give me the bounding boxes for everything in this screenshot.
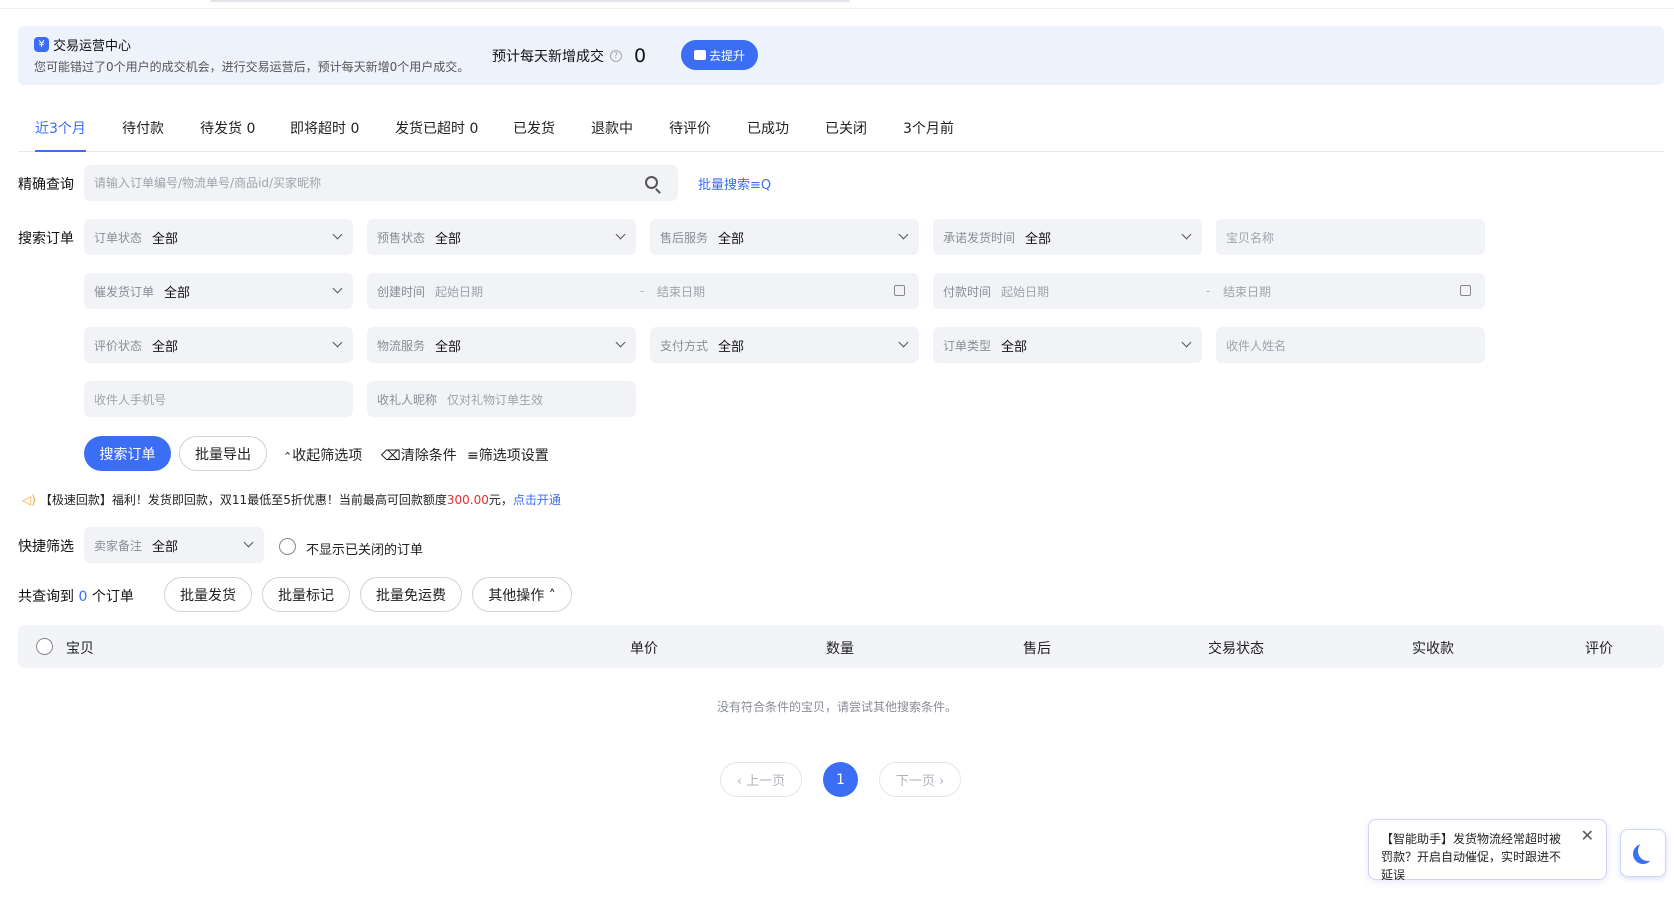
menu-icon: ≡ [467,448,479,464]
pay-method-select[interactable]: 支付方式 全部 [650,327,919,363]
banner-desc: 您可能错过了0个用户的成交机会，进行交易运营后，预计每天新增0个用户成交。 [34,60,470,74]
chevron-down-icon [1181,229,1192,240]
tab-ship-overdue[interactable]: 发货已超时 0 [395,118,478,152]
chevron-up-icon: ⌃ [283,450,293,463]
search-orders-label: 搜索订单 [18,231,74,247]
col-item: 宝贝 [66,641,94,657]
help-icon[interactable]: ? [610,50,622,62]
tab-closed[interactable]: 已关闭 [825,118,867,152]
predict-value: 0 [634,45,647,67]
result-count: 共查询到 0 个订单 [18,589,134,605]
table-header: 宝贝 单价 数量 售后 交易状态 实收款 评价 [18,625,1664,668]
chevron-down-icon [332,283,343,294]
tab-about-to-timeout[interactable]: 即将超时 0 [290,118,359,152]
close-icon[interactable]: ✕ [1581,828,1594,844]
tab-pending-payment[interactable]: 待付款 [122,118,164,152]
select-all-checkbox[interactable] [36,638,53,655]
improve-button[interactable]: 去提升 [681,40,758,70]
col-received: 实收款 [1412,641,1454,657]
batch-search-link[interactable]: 批量搜索≡Q [698,174,771,193]
prev-page-button[interactable]: ‹ 上一页 [720,762,802,797]
speaker-icon: ◁) [22,493,36,507]
logistics-select[interactable]: 物流服务 全部 [367,327,636,363]
tab-pending-shipment[interactable]: 待发货 0 [200,118,255,152]
next-page-button[interactable]: 下一页 › [879,762,961,797]
presale-status-select[interactable]: 预售状态 全部 [367,219,636,255]
pay-start-date[interactable]: 起始日期 [1001,283,1049,300]
chevron-down-icon [1181,337,1192,348]
hide-closed-checkbox[interactable] [279,538,296,555]
screen-icon [693,50,706,60]
receiver-phone-field[interactable]: 收件人手机号 [84,381,353,417]
chevron-down-icon [332,229,343,240]
seller-remark-select[interactable]: 卖家备注 全部 [84,527,264,563]
hide-closed-label: 不显示已关闭的订单 [306,543,424,558]
col-quantity: 数量 [826,641,854,657]
moon-icon [1638,841,1658,861]
gift-nick-field[interactable]: 收礼人昵称 仅对礼物订单生效 [367,381,636,417]
calendar-icon [894,285,905,296]
collapse-filters-button[interactable]: ⌃收起筛选项 [283,445,362,465]
after-sale-select[interactable]: 售后服务 全部 [650,219,919,255]
other-actions-button[interactable]: 其他操作 ˄ [472,577,572,612]
item-name-field[interactable]: 宝贝名称 [1216,219,1485,255]
top-scroll-indicator [210,0,850,2]
tab-recent-3-months[interactable]: 近3个月 [35,118,86,152]
create-start-date[interactable]: 起始日期 [435,283,483,300]
banner-title: ¥ 交易运营中心 [34,35,131,54]
quick-filter-label: 快捷筛选 [18,539,74,555]
chevron-down-icon [243,537,254,548]
assistant-button[interactable] [1620,829,1666,877]
tab-shipped[interactable]: 已发货 [513,118,555,152]
tab-refunding[interactable]: 退款中 [591,118,633,152]
search-icon[interactable] [645,176,658,189]
promise-ship-select[interactable]: 承诺发货时间 全部 [933,219,1202,255]
col-unit-price: 单价 [630,641,658,657]
exact-search-label: 精确查询 [18,177,74,193]
eraser-icon: ⌫ [381,448,401,464]
tab-success[interactable]: 已成功 [747,118,789,152]
batch-mark-button[interactable]: 批量标记 [262,577,350,612]
exact-search-input[interactable] [84,165,624,201]
tab-3-months-ago[interactable]: 3个月前 [903,118,954,152]
page-1-button[interactable]: 1 [823,762,858,797]
pay-time-range[interactable]: 付款时间 起始日期 - 结束日期 [933,273,1485,309]
fast-payment-notice: ◁) 【极速回款】福利！发货即回款，双11最低至5折优惠！当前最高可回款额度300… [22,493,561,507]
ops-center-banner: ¥ 交易运营中心 您可能错过了0个用户的成交机会，进行交易运营后，预计每天新增0… [18,26,1664,85]
create-end-date[interactable]: 结束日期 [657,283,705,300]
predict-block: 预计每天新增成交 ? 0 [492,45,647,67]
exact-search-box [84,165,678,201]
urge-ship-select[interactable]: 催发货订单 全部 [84,273,353,309]
empty-state: 没有符合条件的宝贝，请尝试其他搜索条件。 [716,700,957,714]
chevron-down-icon [615,229,626,240]
batch-export-button[interactable]: 批量导出 [179,436,267,471]
enable-link[interactable]: 点击开通 [513,493,561,507]
assistant-tip: 【智能助手】发货物流经常超时被罚款？开启自动催促，实时跟进不延误 ✕ [1368,819,1607,882]
create-time-range[interactable]: 创建时间 起始日期 - 结束日期 [367,273,919,309]
batch-free-shipping-button[interactable]: 批量免运费 [360,577,462,612]
receiver-name-field[interactable]: 收件人姓名 [1216,327,1485,363]
col-review: 评价 [1585,641,1613,657]
calendar-icon [1460,285,1471,296]
review-status-select[interactable]: 评价状态 全部 [84,327,353,363]
col-trade-status: 交易状态 [1208,641,1264,657]
chevron-down-icon [615,337,626,348]
money-bag-icon: ¥ [34,37,49,52]
order-tabs: 近3个月 待付款 待发货 0 即将超时 0 发货已超时 0 已发货 退款中 待评… [18,104,1664,152]
order-type-select[interactable]: 订单类型 全部 [933,327,1202,363]
order-status-select[interactable]: 订单状态 全部 [84,219,353,255]
clear-conditions-button[interactable]: ⌫清除条件 [381,445,457,465]
filter-settings-button[interactable]: ≡筛选项设置 [467,445,549,465]
chevron-down-icon [898,229,909,240]
tab-pending-review[interactable]: 待评价 [669,118,711,152]
batch-ship-button[interactable]: 批量发货 [164,577,252,612]
chevron-down-icon [332,337,343,348]
pay-end-date[interactable]: 结束日期 [1223,283,1271,300]
top-divider [0,8,1674,9]
col-after-sale: 售后 [1023,641,1051,657]
search-orders-button[interactable]: 搜索订单 [84,436,171,471]
chevron-down-icon [898,337,909,348]
